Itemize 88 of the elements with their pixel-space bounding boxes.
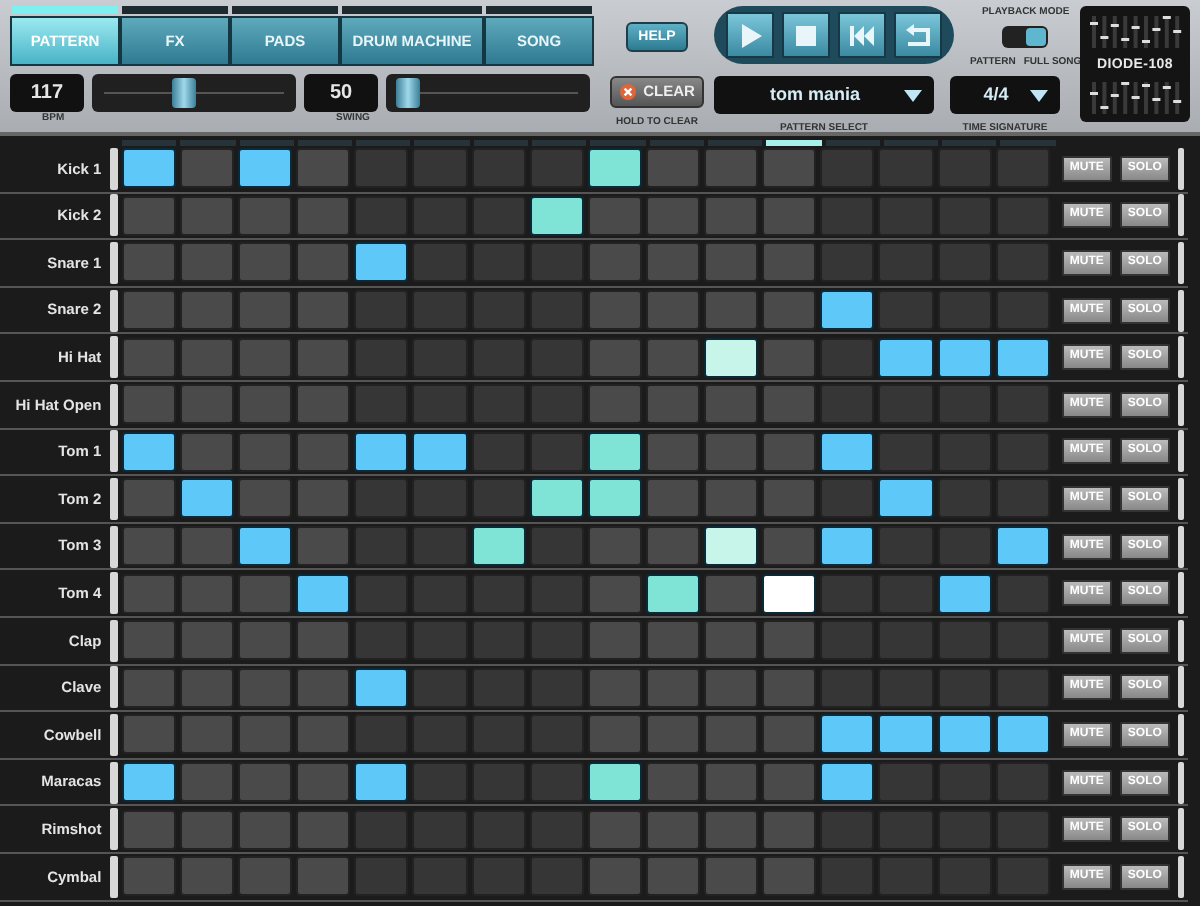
track-divider <box>109 336 118 379</box>
step-pad[interactable] <box>820 762 875 803</box>
step-pad[interactable] <box>354 242 409 283</box>
loop-icon <box>902 19 934 51</box>
step-pad[interactable] <box>354 762 409 803</box>
time-signature-dropdown[interactable]: 4/4 <box>950 76 1060 114</box>
track-divider <box>109 477 118 520</box>
track-divider <box>1177 761 1184 804</box>
step-pad[interactable] <box>937 714 992 755</box>
pattern-select-dropdown[interactable]: tom mania <box>714 76 934 114</box>
step-pad[interactable] <box>587 431 642 472</box>
step-pad[interactable] <box>354 667 409 708</box>
step-pad[interactable] <box>121 431 176 472</box>
step-pad[interactable] <box>878 478 934 519</box>
track-divider <box>1177 477 1184 520</box>
equalizer-drawing <box>1087 15 1183 47</box>
caret-icon <box>1030 89 1048 101</box>
track-divider <box>1177 666 1184 709</box>
step-pad[interactable] <box>704 526 759 567</box>
step-pad[interactable] <box>529 195 584 236</box>
rewind-button[interactable] <box>838 12 886 58</box>
step-pad[interactable] <box>121 762 176 803</box>
step-pad[interactable] <box>820 714 875 755</box>
step-pad[interactable] <box>354 431 409 472</box>
step-pad[interactable] <box>587 762 642 803</box>
bpm-slider-thumb[interactable] <box>172 78 197 108</box>
step-pad[interactable] <box>820 526 875 567</box>
stop-button[interactable] <box>782 12 830 58</box>
step-pad[interactable] <box>704 337 759 378</box>
track-divider <box>109 808 118 851</box>
track-divider <box>109 761 118 804</box>
swing-slider-thumb[interactable] <box>395 78 419 108</box>
track-divider <box>1177 289 1184 332</box>
step-pad[interactable] <box>995 526 1050 567</box>
track-divider <box>109 713 118 756</box>
track-divider <box>1177 855 1184 898</box>
track-divider <box>109 147 118 190</box>
track-divider <box>1177 619 1184 662</box>
swing-field[interactable]: 50 <box>304 74 378 112</box>
track-divider <box>1177 383 1184 426</box>
step-pad[interactable] <box>296 573 351 614</box>
caret-icon <box>904 89 922 101</box>
equalizer-drawing <box>1087 81 1183 113</box>
step-pad[interactable] <box>645 573 701 614</box>
step-pad[interactable] <box>995 337 1050 378</box>
step-pad[interactable] <box>121 148 176 189</box>
track-divider <box>1177 525 1184 568</box>
bpm-field[interactable]: 117 <box>10 74 84 112</box>
track-divider <box>109 383 118 426</box>
step-pad[interactable] <box>471 526 526 567</box>
track-divider <box>1177 572 1184 615</box>
close-icon <box>619 84 636 100</box>
track-divider <box>1177 336 1184 379</box>
track-divider <box>1177 430 1184 473</box>
track-divider <box>1177 808 1184 851</box>
loop-button[interactable] <box>894 12 942 58</box>
step-pad[interactable] <box>412 431 467 472</box>
track-divider <box>109 666 118 709</box>
step-pad[interactable] <box>995 714 1050 755</box>
track-divider <box>109 855 118 898</box>
bpm-slider[interactable] <box>92 74 296 112</box>
track-divider <box>109 241 118 284</box>
step-pad[interactable] <box>237 526 293 567</box>
step-pad[interactable] <box>529 478 584 519</box>
step-pad[interactable] <box>878 337 934 378</box>
step-pad[interactable] <box>179 478 234 519</box>
step-pad[interactable] <box>820 290 875 331</box>
track-divider <box>1177 713 1184 756</box>
play-button[interactable] <box>726 12 774 58</box>
step-pad[interactable] <box>587 478 642 519</box>
swing-slider[interactable] <box>386 74 590 112</box>
track-divider <box>109 194 118 237</box>
step-pad[interactable] <box>937 573 992 614</box>
track-divider <box>109 289 118 332</box>
track-divider <box>109 430 118 473</box>
track-divider <box>1177 194 1184 237</box>
track-divider <box>109 525 118 568</box>
track-divider <box>109 572 118 615</box>
track-divider <box>1177 147 1184 190</box>
step-pad[interactable] <box>820 431 875 472</box>
step-pad[interactable] <box>237 148 293 189</box>
track-divider <box>109 619 118 662</box>
track-divider <box>1177 241 1184 284</box>
playback-mode-toggle[interactable] <box>1002 26 1049 48</box>
step-pad[interactable] <box>937 337 992 378</box>
step-pad[interactable] <box>762 573 817 614</box>
step-pad[interactable] <box>878 714 934 755</box>
step-pad[interactable] <box>587 148 642 189</box>
